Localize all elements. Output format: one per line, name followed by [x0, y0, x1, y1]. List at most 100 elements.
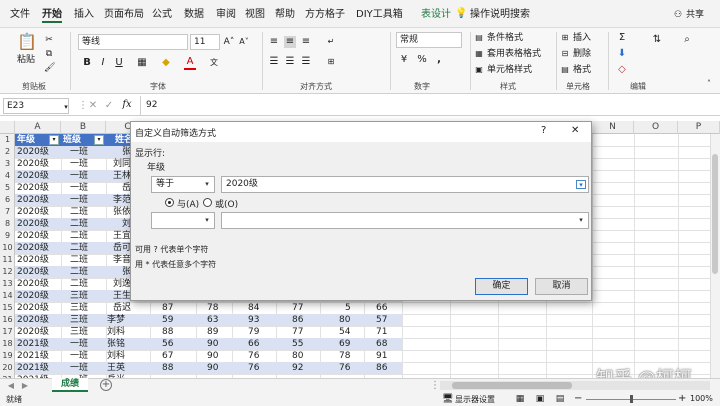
- collapse-ribbon-icon[interactable]: ˄: [704, 78, 714, 90]
- table-cell[interactable]: 一班: [70, 338, 88, 350]
- table-cell[interactable]: 王英: [107, 362, 125, 374]
- cell-style-button[interactable]: 单元格样式: [487, 64, 532, 76]
- table-cell[interactable]: 86: [376, 362, 387, 374]
- normal-view-icon[interactable]: ▦: [515, 393, 525, 405]
- table-format-button[interactable]: 套用表格格式: [487, 48, 541, 60]
- table-cell[interactable]: 二班: [70, 278, 88, 290]
- table-cell[interactable]: 一班: [70, 170, 88, 182]
- row-header[interactable]: 6: [0, 194, 15, 206]
- italic-icon[interactable]: I: [98, 57, 108, 69]
- autosum-icon[interactable]: Σ: [616, 32, 628, 44]
- table-cell[interactable]: 2020级: [17, 206, 49, 218]
- table-cell[interactable]: 二班: [70, 242, 88, 254]
- phonetic-icon[interactable]: 文: [208, 57, 220, 69]
- table-cell[interactable]: 一班: [70, 194, 88, 206]
- table-cell[interactable]: 2020级: [17, 290, 49, 302]
- row-header[interactable]: 15: [0, 302, 15, 314]
- filter-dropdown-icon[interactable]: ▾: [94, 135, 104, 145]
- table-cell[interactable]: 86: [292, 314, 303, 326]
- column-header[interactable]: N: [592, 121, 634, 134]
- table-cell[interactable]: 57: [376, 314, 387, 326]
- table-cell[interactable]: 2020级: [17, 146, 49, 158]
- close-icon[interactable]: ✕: [571, 125, 579, 136]
- tab-home[interactable]: 开始: [42, 7, 62, 23]
- table-cell[interactable]: 王宜: [111, 230, 131, 242]
- column-header[interactable]: B: [61, 121, 106, 134]
- table-cell[interactable]: 88: [162, 362, 173, 374]
- tab-diy-toolbox[interactable]: DIY工具箱: [356, 7, 403, 23]
- row-header[interactable]: 12: [0, 266, 15, 278]
- page-layout-view-icon[interactable]: ▣: [535, 393, 545, 405]
- table-cell[interactable]: 90: [207, 362, 218, 374]
- table-cell[interactable]: 2020级: [17, 242, 49, 254]
- row-header[interactable]: 7: [0, 206, 15, 218]
- table-cell[interactable]: 刘: [111, 218, 131, 230]
- table-cell[interactable]: 一班: [70, 146, 88, 158]
- align-center-icon[interactable]: ☰: [284, 56, 296, 68]
- table-cell[interactable]: 张铭: [107, 338, 125, 350]
- row-header[interactable]: 16: [0, 314, 15, 326]
- table-cell[interactable]: 王生: [111, 290, 131, 302]
- tab-table-design[interactable]: 表设计: [421, 7, 451, 23]
- row-header[interactable]: 3: [0, 158, 15, 170]
- currency-icon[interactable]: ¥: [398, 54, 410, 66]
- filter-dropdown-icon[interactable]: ▾: [49, 135, 59, 145]
- tab-file[interactable]: 文件: [10, 7, 30, 23]
- paste-button-label[interactable]: 粘贴: [17, 54, 35, 66]
- table-cell[interactable]: 张依: [111, 206, 131, 218]
- font-color-icon[interactable]: A: [184, 56, 196, 70]
- tab-review[interactable]: 审阅: [216, 7, 236, 23]
- table-cell[interactable]: 55: [292, 338, 303, 350]
- align-right-icon[interactable]: ☰: [300, 56, 312, 68]
- row-header[interactable]: 1: [0, 134, 15, 146]
- table-cell[interactable]: 2020级: [17, 326, 49, 338]
- row-header[interactable]: 18: [0, 338, 15, 350]
- table-cell[interactable]: 76: [248, 350, 259, 362]
- cancel-entry-icon[interactable]: ✕: [88, 100, 98, 112]
- conditional-format-button[interactable]: 条件格式: [487, 32, 523, 44]
- table-cell[interactable]: 91: [376, 350, 387, 362]
- row-header[interactable]: 20: [0, 362, 15, 374]
- row-header[interactable]: 11: [0, 254, 15, 266]
- bold-icon[interactable]: B: [82, 57, 92, 69]
- table-cell[interactable]: 刘逸: [111, 278, 131, 290]
- border-icon[interactable]: ▦: [136, 57, 148, 69]
- or-label[interactable]: 或(O): [215, 197, 238, 210]
- vertical-scroll-thumb[interactable]: [712, 154, 718, 274]
- table-cell[interactable]: 一班: [70, 158, 88, 170]
- table-cell[interactable]: 岳可: [111, 242, 131, 254]
- fill-icon[interactable]: ⬇: [616, 48, 628, 60]
- row-header[interactable]: 17: [0, 326, 15, 338]
- value2-combo[interactable]: ▾: [221, 212, 589, 229]
- table-cell[interactable]: 2021级: [17, 350, 49, 362]
- name-box-dropdown-icon[interactable]: ▾: [62, 101, 70, 113]
- table-cell[interactable]: 王林: [111, 170, 131, 182]
- table-cell[interactable]: 71: [376, 326, 387, 338]
- table-cell[interactable]: 张: [111, 266, 131, 278]
- table-cell[interactable]: 2020级: [17, 158, 49, 170]
- column-header[interactable]: P: [678, 121, 720, 134]
- table-cell[interactable]: 刘科: [107, 326, 125, 338]
- comma-icon[interactable]: ,: [434, 54, 444, 66]
- table-cell[interactable]: 56: [162, 338, 173, 350]
- name-box[interactable]: E23: [3, 98, 69, 114]
- tab-page-layout[interactable]: 页面布局: [104, 7, 144, 23]
- table-cell[interactable]: 二班: [70, 218, 88, 230]
- table-cell[interactable]: 张: [111, 146, 131, 158]
- copy-icon[interactable]: ⧉: [44, 48, 54, 60]
- table-cell[interactable]: 一班: [70, 182, 88, 194]
- table-cell[interactable]: 二班: [70, 230, 88, 242]
- table-cell[interactable]: 三班: [70, 314, 88, 326]
- table-cell[interactable]: 三班: [70, 302, 88, 314]
- fill-color-icon[interactable]: ◆: [160, 57, 172, 69]
- table-cell[interactable]: 77: [292, 326, 303, 338]
- row-header[interactable]: 13: [0, 278, 15, 290]
- tab-formulas[interactable]: 公式: [152, 7, 172, 23]
- tab-split-handle[interactable]: ⋮: [430, 380, 440, 392]
- table-cell[interactable]: 54: [339, 326, 350, 338]
- table-cell[interactable]: 67: [162, 350, 173, 362]
- table-cell[interactable]: 93: [248, 314, 259, 326]
- table-cell[interactable]: 63: [207, 314, 218, 326]
- table-cell[interactable]: 一班: [70, 350, 88, 362]
- search-box[interactable]: 操作说明搜索: [470, 7, 530, 23]
